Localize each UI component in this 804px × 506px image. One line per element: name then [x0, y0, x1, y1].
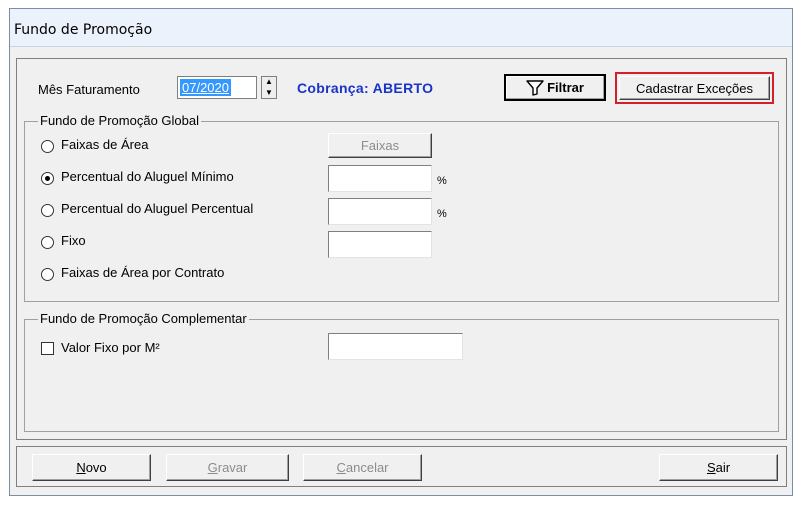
sair-rest: air — [715, 460, 731, 475]
gravar-accel: G — [207, 460, 218, 475]
gravar-button[interactable]: Gravar — [166, 454, 289, 481]
pct-percentual-input[interactable] — [328, 198, 432, 225]
button-bar: Novo Gravar Cancelar Sair — [16, 446, 787, 487]
novo-label: Novo — [76, 460, 106, 475]
title-bar: Fundo de Promoção — [10, 9, 792, 47]
radio-faixas-area-circle[interactable] — [41, 140, 54, 153]
radio-fixo-label: Fixo — [61, 233, 86, 248]
pct-minimo-input[interactable] — [328, 165, 432, 192]
complementar-group-title: Fundo de Promoção Complementar — [38, 311, 249, 326]
mes-spinner[interactable]: ▲ ▼ — [261, 76, 277, 99]
faixas-label: Faixas — [360, 138, 400, 153]
radio-fixo-circle[interactable] — [41, 236, 54, 249]
novo-rest: ovo — [85, 460, 107, 475]
mes-faturamento-value: 07/2020 — [180, 79, 231, 96]
mes-faturamento-label: Mês Faturamento — [38, 82, 140, 97]
valor-fixo-label: Valor Fixo por M² — [61, 340, 160, 355]
global-group-title: Fundo de Promoção Global — [38, 113, 201, 128]
cancelar-button[interactable]: Cancelar — [303, 454, 422, 481]
faixas-button[interactable]: Faixas — [328, 133, 432, 158]
radio-pct-percentual-circle[interactable] — [41, 204, 54, 217]
filtrar-label: Filtrar — [547, 80, 584, 95]
valor-fixo-checkbox-box[interactable] — [41, 342, 54, 355]
sair-button[interactable]: Sair — [659, 454, 778, 481]
radio-pct-percentual-label: Percentual do Aluguel Percentual — [61, 201, 254, 216]
cadastrar-label: Cadastrar Exceções — [635, 80, 754, 96]
sair-label: Sair — [707, 460, 730, 475]
mes-faturamento-input[interactable]: 07/2020 — [177, 76, 257, 99]
filtrar-button[interactable]: Filtrar — [504, 74, 606, 101]
cadastrar-excecoes-button[interactable]: Cadastrar Exceções — [619, 76, 770, 100]
cancelar-accel: C — [336, 460, 346, 475]
pct-minimo-percent: % — [437, 175, 447, 187]
radio-faixas-contrato-circle[interactable] — [41, 268, 54, 281]
window-title: Fundo de Promoção — [14, 22, 153, 38]
fundo-promocao-window: Fundo de Promoção Mês Faturamento 07/202… — [9, 8, 793, 496]
novo-button[interactable]: Novo — [32, 454, 151, 481]
valor-fixo-input[interactable] — [328, 333, 463, 360]
spin-up-icon[interactable]: ▲ — [262, 77, 276, 88]
radio-pct-minimo-label: Percentual do Aluguel Mínimo — [61, 169, 234, 184]
cobranca-status: Cobrança: ABERTO — [297, 80, 434, 96]
radio-pct-minimo-circle[interactable] — [41, 172, 54, 185]
cadastrar-highlight: Cadastrar Exceções — [615, 72, 774, 104]
cancelar-label: Cancelar — [336, 460, 388, 475]
sair-accel: S — [706, 460, 716, 475]
main-panel: Mês Faturamento 07/2020 ▲ ▼ Cobrança: AB… — [16, 58, 787, 440]
funnel-icon — [526, 79, 544, 96]
fixo-input[interactable] — [328, 231, 432, 258]
gravar-rest: ravar — [217, 460, 248, 475]
pct-percentual-percent: % — [437, 208, 447, 220]
novo-accel: N — [76, 460, 86, 475]
spin-down-icon[interactable]: ▼ — [262, 88, 276, 99]
gravar-label: Gravar — [208, 460, 248, 475]
cancelar-rest: ancelar — [345, 460, 389, 475]
radio-faixas-area-label: Faixas de Área — [61, 137, 149, 152]
radio-faixas-contrato-label: Faixas de Área por Contrato — [61, 265, 225, 280]
